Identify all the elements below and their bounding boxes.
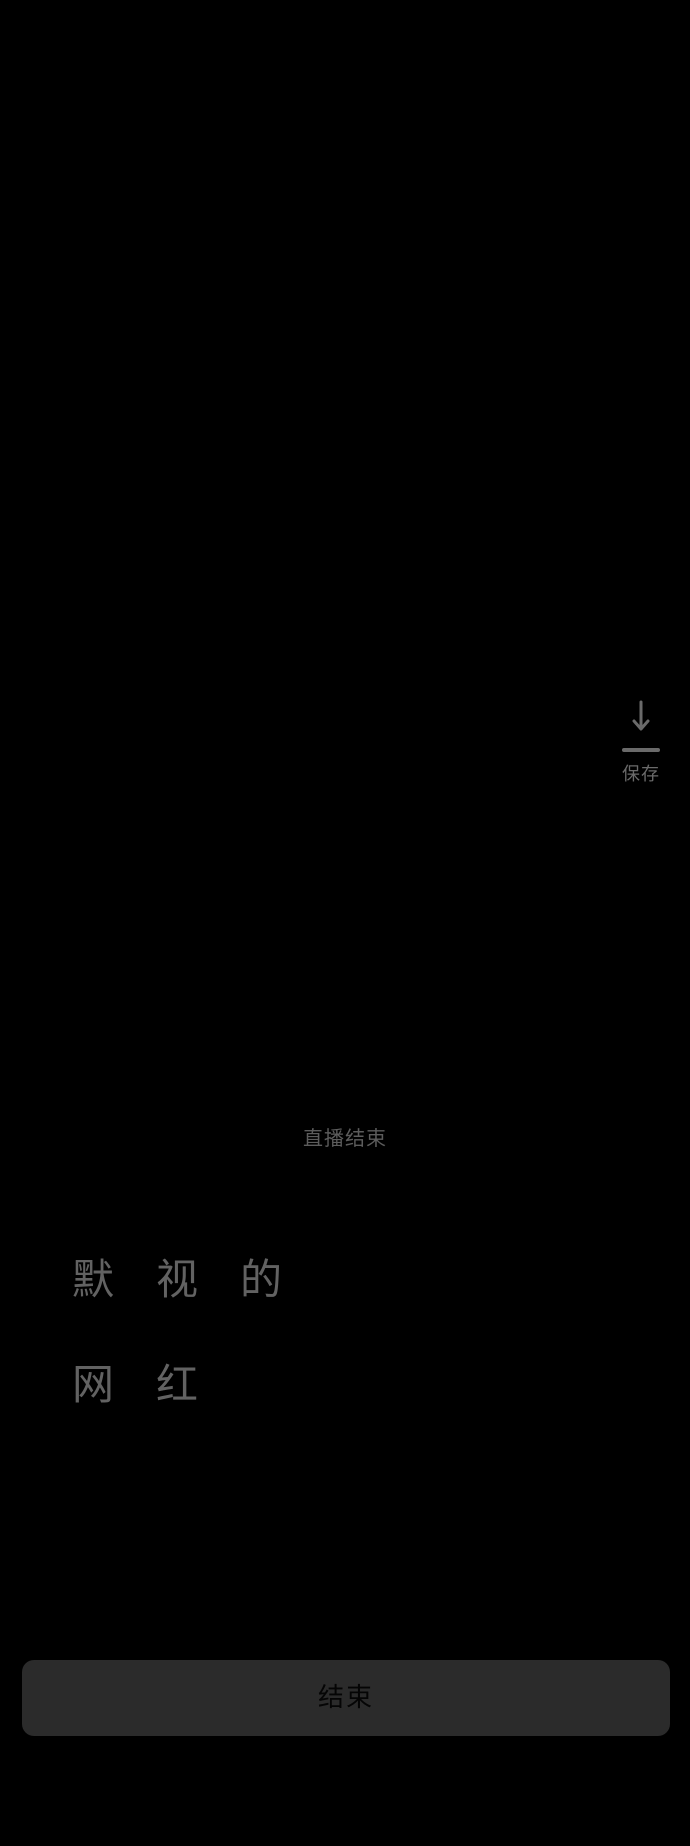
save-button[interactable]: 保存 [612,698,670,794]
end-button[interactable]: 结束 [22,1660,670,1736]
poem-line: 默视的 [72,1255,325,1304]
live-ended-screen: 保存 直播结束 默视的 网红 结束 [0,0,690,1846]
save-label: 保存 [622,764,660,785]
poem-text: 默视的 网红 [72,1252,324,1413]
live-ended-status: 直播结束 [303,1126,387,1150]
end-button-label: 结束 [317,1683,374,1713]
poem-line: 网红 [72,1360,241,1409]
download-arrow-icon [622,700,660,752]
